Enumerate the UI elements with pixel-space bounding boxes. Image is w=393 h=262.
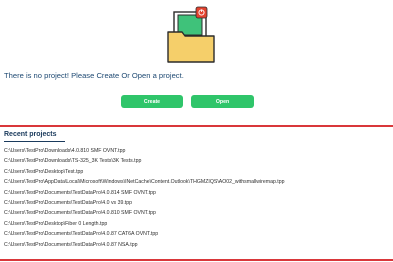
- recent-projects-list: C:\Users\TestPro\Downloads\4.0.810 SMF O…: [4, 146, 285, 250]
- recent-project-item[interactable]: C:\Users\TestPro\Documents\TestDataPro\4…: [4, 198, 285, 208]
- recent-project-item[interactable]: C:\Users\TestPro\Documents\TestDataPro\4…: [4, 188, 285, 198]
- recent-project-item[interactable]: C:\Users\TestPro\Documents\TestDataPro\4…: [4, 240, 285, 250]
- recent-project-item[interactable]: C:\Users\TestPro\Downloads\TS-325_3K Tes…: [4, 156, 285, 166]
- recent-project-item[interactable]: C:\Users\TestPro\Desktop\Test.tpp: [4, 167, 285, 177]
- empty-state-message: There is no project! Please Create Or Op…: [4, 71, 184, 80]
- section-divider-bottom: [0, 259, 393, 261]
- open-button[interactable]: Open: [191, 95, 254, 108]
- recent-project-item[interactable]: C:\Users\TestPro\Documents\TestDataPro\4…: [4, 208, 285, 218]
- recent-project-item[interactable]: C:\Users\TestPro\AppData\Local\Microsoft…: [4, 177, 285, 187]
- section-divider-top: [0, 125, 393, 127]
- create-button[interactable]: Create: [121, 95, 183, 108]
- recent-project-item[interactable]: C:\Users\TestPro\Documents\TestDataPro\4…: [4, 229, 285, 239]
- recent-project-item[interactable]: C:\Users\TestPro\Downloads\4.0.810 SMF O…: [4, 146, 285, 156]
- recent-project-item[interactable]: C:\Users\TestPro\Desktop\Fiber 0 Length.…: [4, 219, 285, 229]
- recent-projects-underline: [4, 141, 65, 142]
- empty-folder-icon: [167, 6, 215, 63]
- recent-projects-heading: Recent projects: [4, 131, 57, 138]
